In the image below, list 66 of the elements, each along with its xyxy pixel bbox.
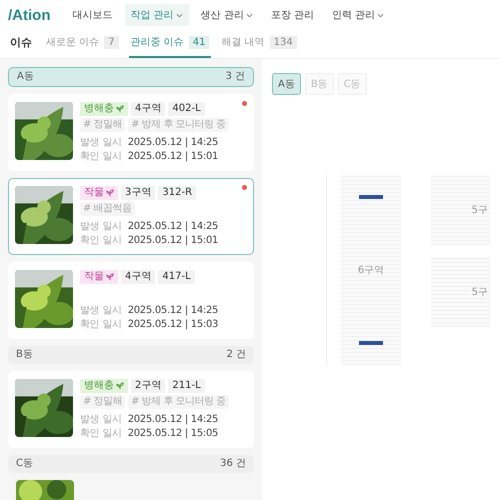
count-badge: 134	[270, 36, 297, 48]
group-name: B동	[16, 349, 33, 361]
date-value: 2025.05.12 | 14:25	[128, 305, 218, 317]
nav-menu-item[interactable]: 작업 관리	[124, 4, 189, 26]
issue-card[interactable]: 작물 3구역 312-R # 배꼽썩음 발생 일시 2025.05.12 | 14:25 확인 일시 2025.05.12 | 15:01	[8, 178, 254, 255]
date-label: 확인 일시	[80, 235, 122, 247]
page-title: 이슈	[10, 35, 32, 51]
nav-menu-item[interactable]: 인력 관리	[326, 4, 390, 26]
date-label: 발생 일시	[80, 414, 122, 426]
date-value: 2025.05.12 | 14:25	[128, 221, 218, 233]
code-tag: 402-L	[168, 102, 205, 116]
zone-label: 5구	[472, 286, 488, 299]
zone-tag: 2구역	[131, 379, 166, 393]
issue-card[interactable]: 작물 4구역 417-L 발생 일시 2025.05.12 | 14:25 확인 일시 2025.05.12 | 15:03	[8, 262, 254, 339]
zone-label: 6구역	[358, 264, 384, 277]
zone-tag: 4구역	[121, 270, 156, 284]
group-header[interactable]: A동 3 건	[8, 67, 254, 87]
issue-card[interactable]: 병해충 4구역 402-L # 정밀해 # 방제 후 모니터링 중 발생 일시 2025.05.12 | 14:25 확인 일시 2025.05.12 | 15:01	[8, 94, 254, 171]
category-tag: 작물	[80, 186, 118, 200]
category-tag: 작물	[80, 270, 118, 284]
category-tag: 병해충	[80, 379, 128, 393]
nav-menu-item[interactable]: 생산 관리	[194, 4, 259, 26]
zone-tag: 3구역	[121, 186, 156, 200]
code-tag: 417-L	[158, 270, 195, 284]
hashtag: # 정밀해	[80, 395, 126, 409]
code-tag: 312-R	[158, 186, 196, 200]
sprout-icon	[106, 189, 114, 197]
sprout-icon	[106, 273, 114, 281]
count-badge: 7	[104, 36, 119, 48]
hashtag: # 배꼽썩음	[80, 202, 135, 216]
date-value: 2025.05.12 | 15:03	[128, 319, 218, 331]
date-value: 2025.05.12 | 14:25	[128, 414, 218, 426]
sprout-icon	[116, 382, 124, 390]
marker-bar	[359, 195, 383, 199]
nav-menu-item[interactable]: 포장 관리	[264, 4, 320, 26]
group-count: 2 건	[226, 349, 246, 361]
hashtag: # 정밀해	[80, 118, 126, 132]
date-value: 2025.05.12 | 15:01	[128, 151, 218, 163]
date-label: 확인 일시	[80, 151, 122, 163]
zone-tag: 4구역	[131, 102, 166, 116]
building-button[interactable]: A동	[272, 73, 301, 95]
group-header[interactable]: C동 36 건	[8, 455, 254, 473]
group-header[interactable]: B동 2 건	[8, 346, 254, 364]
date-label: 발생 일시	[80, 305, 122, 317]
logo[interactable]: /Ation	[8, 6, 50, 24]
count-badge: 41	[188, 36, 210, 48]
date-value: 2025.05.12 | 15:01	[128, 235, 218, 247]
nav-menu-item[interactable]: 대시보드	[66, 4, 118, 26]
hashtag: # 방제 후 모니터링 중	[128, 118, 229, 132]
code-tag: 211-L	[168, 379, 205, 393]
category-tag: 병해충	[80, 102, 128, 116]
date-label: 확인 일시	[80, 319, 122, 331]
date-value: 2025.05.12 | 15:05	[128, 428, 218, 440]
group-count: 3 건	[225, 71, 245, 83]
date-label: 발생 일시	[80, 137, 122, 149]
date-label: 확인 일시	[80, 428, 122, 440]
group-name: C동	[16, 458, 33, 470]
group-count: 36 건	[220, 458, 246, 470]
sprout-icon	[116, 105, 124, 113]
date-value: 2025.05.12 | 14:25	[128, 137, 218, 149]
date-label: 발생 일시	[80, 221, 122, 233]
marker-bar	[359, 341, 383, 345]
group-name: A동	[17, 71, 34, 83]
zone-label: 5구	[472, 204, 488, 217]
hashtag: # 방제 후 모니터링 중	[128, 395, 229, 409]
issue-card[interactable]: 병해충 2구역 211-L # 정밀해 # 방제 후 모니터링 중 발생 일시 2025.05.12 | 14:25 확인 일시 2025.05.12 | 15:05	[8, 371, 254, 448]
